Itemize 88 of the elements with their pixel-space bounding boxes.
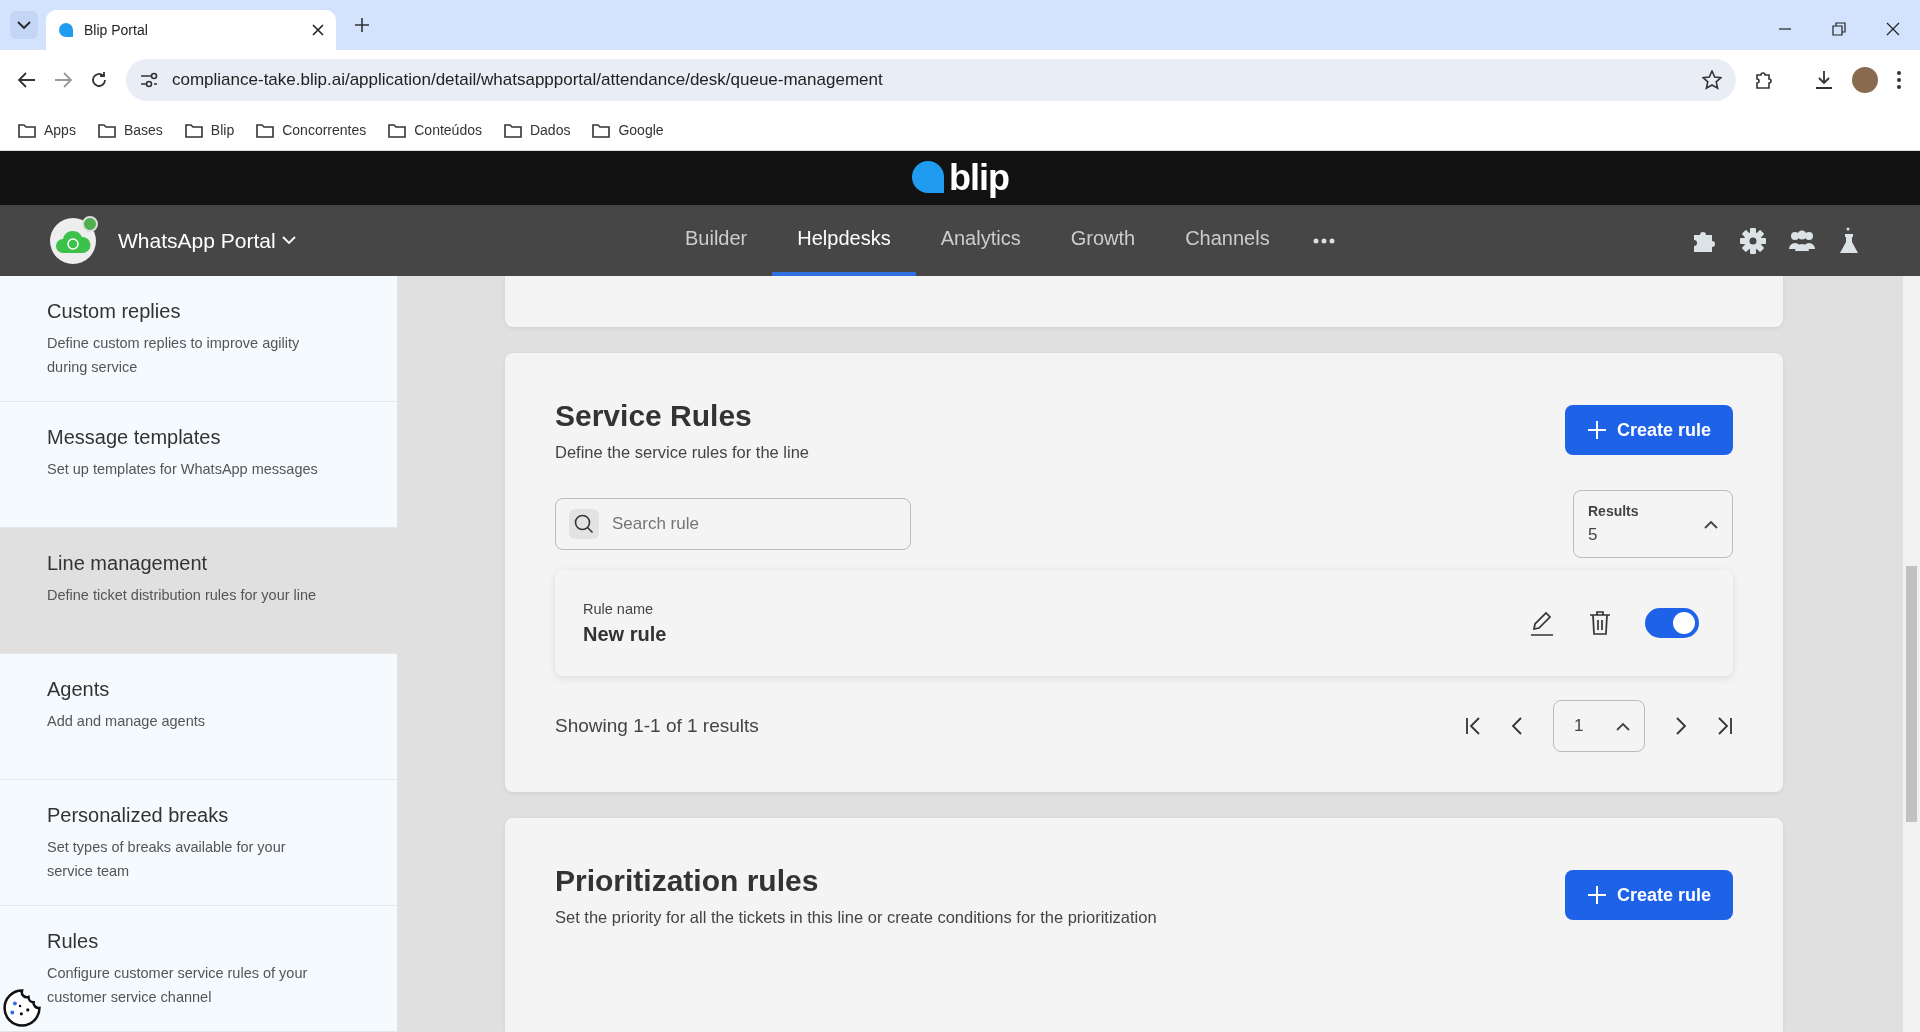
- bookmark-link[interactable]: Dados: [529, 122, 571, 138]
- cookie-icon[interactable]: [2, 988, 42, 1028]
- restore-icon[interactable]: [1832, 22, 1846, 36]
- section-title: Service Rules: [555, 399, 753, 433]
- menu-icon[interactable]: [1896, 70, 1902, 90]
- new-tab-icon[interactable]: [354, 17, 370, 33]
- sidebar-item-description: Configure customer service rules of your customer service channel: [47, 964, 309, 1007]
- chevron-icon: [281, 236, 296, 245]
- sidebar-item-description: Set types of breaks available for your service team: [47, 838, 287, 881]
- bookmark-link[interactable]: Blip: [210, 122, 235, 138]
- bookmark-link[interactable]: Bases: [123, 122, 163, 138]
- sidebar-item-title: Message templates: [47, 426, 222, 449]
- sidebar-item-description: Define custom replies to improve agility during service: [47, 334, 301, 377]
- browser-tab[interactable]: Blip Portal: [46, 10, 336, 50]
- more-icon[interactable]: [1312, 237, 1335, 244]
- rule-label: Rule name: [583, 600, 655, 617]
- folder-icon: [256, 122, 275, 138]
- flask-icon[interactable]: [1838, 226, 1860, 255]
- chevron-icon: [17, 20, 31, 30]
- trash-icon: [1589, 610, 1611, 636]
- previous-page-icon[interactable]: [1511, 717, 1523, 735]
- close-icon[interactable]: [312, 24, 324, 36]
- back-icon[interactable]: [18, 71, 36, 89]
- create-rule-button[interactable]: Create rule: [1564, 405, 1733, 455]
- folder-icon: [97, 122, 116, 138]
- rule-toggle[interactable]: [1645, 608, 1699, 638]
- users-icon[interactable]: [1788, 228, 1816, 253]
- section-title: Prioritization rules: [555, 864, 820, 898]
- site-settings-icon[interactable]: [140, 72, 158, 88]
- folder-icon: [184, 122, 203, 138]
- speech-bubble-icon: [58, 22, 74, 38]
- tab-title: Blip Portal: [84, 22, 149, 38]
- bookmark-link[interactable]: Google: [618, 122, 664, 138]
- scrollbar[interactable]: [1903, 276, 1920, 1032]
- bookmark-link[interactable]: Concorrentes: [282, 122, 367, 138]
- tab-list-button[interactable]: [10, 11, 38, 39]
- pencil-icon: [1529, 610, 1555, 636]
- bookmark-link[interactable]: Apps: [44, 122, 76, 138]
- speech-bubble-icon: [911, 160, 945, 196]
- search-field[interactable]: Search rule: [555, 498, 911, 550]
- sidebar-item-description: Define ticket distribution rules for your line: [47, 586, 318, 605]
- status-dot: [82, 215, 98, 232]
- nav-tab[interactable]: Builder: [660, 205, 773, 276]
- star-icon[interactable]: [1702, 70, 1722, 90]
- create-rule-button[interactable]: Create rule: [1564, 870, 1733, 920]
- folder-icon: [18, 122, 36, 138]
- folder-icon: [503, 122, 522, 138]
- delete-button[interactable]: [1589, 610, 1611, 636]
- folder-icon: [592, 122, 611, 138]
- profile-avatar[interactable]: [1852, 67, 1878, 93]
- section-subtitle: Set the priority for all the tickets in this line or create conditions for the prioritization: [555, 908, 1157, 927]
- forward-icon[interactable]: [54, 71, 72, 89]
- chevron-icon: [1704, 519, 1718, 529]
- page-select[interactable]: 1: [1553, 700, 1645, 752]
- sidebar-item-title: Personalized breaks: [47, 804, 230, 827]
- reload-icon[interactable]: [90, 71, 108, 89]
- sidebar-item-title: Line management: [47, 552, 209, 575]
- results-select[interactable]: Results 5: [1573, 490, 1733, 558]
- folder-icon: [388, 122, 407, 138]
- chevron-icon: [1616, 721, 1630, 731]
- logo-text: blip: [949, 157, 1009, 199]
- edit-button[interactable]: [1529, 610, 1555, 636]
- url-text: compliance-take.blip.ai/application/detail/whatsappportal/attendance/desk/queue-management: [172, 70, 884, 90]
- bookmark-link[interactable]: Conteúdos: [414, 122, 482, 138]
- address-bar[interactable]: compliance-take.blip.ai/application/detail/whatsappportal/attendance/desk/queue-management: [126, 59, 1736, 101]
- sidebar-item-title: Rules: [47, 930, 100, 953]
- rule-name: New rule: [583, 622, 668, 646]
- search-icon: [574, 514, 594, 534]
- bot-selector[interactable]: WhatsApp Portal: [112, 227, 302, 254]
- plus-icon: [1586, 885, 1607, 905]
- download-icon[interactable]: [1814, 70, 1834, 90]
- nav-tab[interactable]: Analytics: [915, 205, 1046, 276]
- next-page-icon[interactable]: [1675, 717, 1687, 735]
- sidebar-item-title: Agents: [47, 678, 111, 701]
- nav-tab[interactable]: Channels: [1160, 205, 1295, 276]
- results-summary: Showing 1-1 of 1 results: [555, 715, 759, 737]
- first-page-icon[interactable]: [1465, 717, 1481, 735]
- last-page-icon[interactable]: [1717, 717, 1733, 735]
- section-subtitle: Define the service rules for the line: [555, 443, 810, 462]
- plus-icon: [1586, 420, 1607, 440]
- settings-icon[interactable]: [1740, 227, 1766, 254]
- nav-tab[interactable]: Growth: [1045, 205, 1161, 276]
- sidebar-item-description: Add and manage agents: [47, 712, 206, 731]
- sidebar-item-title: Custom replies: [47, 300, 182, 323]
- sidebar-item-description: Set up templates for WhatsApp messages: [47, 460, 319, 479]
- extensions-icon[interactable]: [1754, 70, 1774, 90]
- close-icon[interactable]: [1886, 22, 1900, 36]
- sidebar-item[interactable]: Line management Define ticket distribution rules for your line: [0, 528, 397, 654]
